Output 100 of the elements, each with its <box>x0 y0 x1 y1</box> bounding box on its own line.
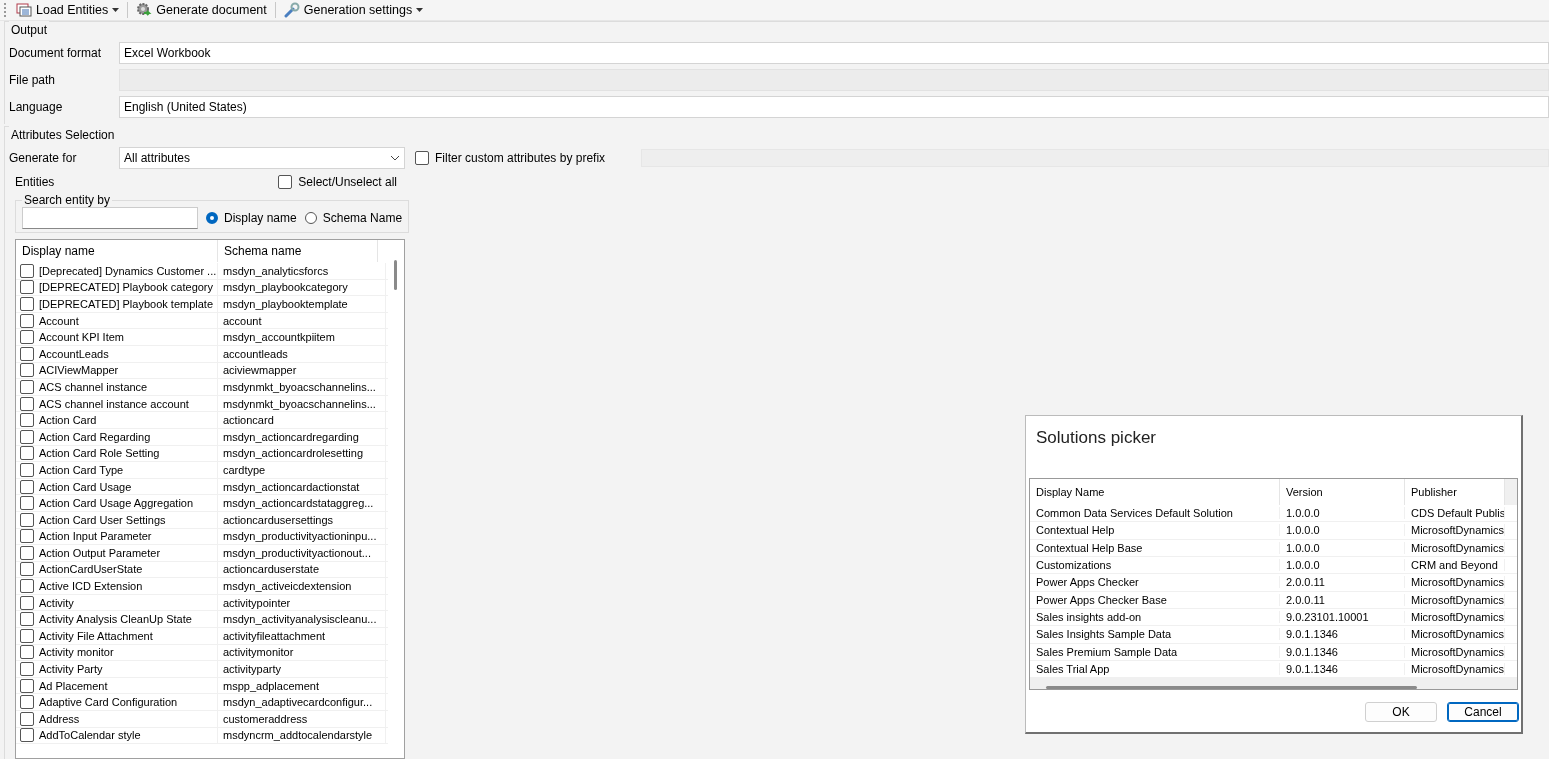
dialog-title: Solutions picker <box>1035 427 1157 449</box>
field-label: Document format <box>9 45 103 60</box>
table-cell: Power Apps Checker <box>1030 576 1280 589</box>
table-cell: 1.0.0.0 <box>1280 541 1405 554</box>
table-cell: MicrosoftDynamics <box>1405 576 1505 589</box>
table-cell: Action Output Parameter <box>39 546 161 559</box>
toolbar-button[interactable]: Generation settings <box>279 0 428 20</box>
table-cell: 9.0.23101.10001 <box>1280 611 1405 624</box>
text-field[interactable]: English (United States) <box>119 95 1549 118</box>
field-label: File path <box>9 72 57 87</box>
toolbar-button[interactable]: Generate document <box>132 0 271 20</box>
checkbox[interactable] <box>20 263 34 278</box>
column-header[interactable]: Display name <box>16 240 218 262</box>
table-cell: actioncardusersettings <box>223 513 334 526</box>
checkbox[interactable] <box>20 628 34 643</box>
table-cell: 2.0.0.11 <box>1280 593 1405 606</box>
table-cell: msdyn_playbookcategory <box>223 281 348 294</box>
column-header[interactable]: Schema name <box>218 240 378 262</box>
checkbox[interactable] <box>20 496 34 511</box>
table-cell: Activity monitor <box>39 646 114 659</box>
checkbox[interactable] <box>20 330 34 345</box>
group-title: Search entity by <box>23 193 112 207</box>
checkbox[interactable] <box>20 346 34 361</box>
section-label: Entities <box>15 175 55 189</box>
table-cell: Activity Party <box>39 663 103 676</box>
table-cell: Sales Insights Sample Data <box>1030 628 1280 641</box>
group-title: Output <box>9 21 50 39</box>
checkbox[interactable] <box>20 297 34 311</box>
checkbox[interactable] <box>278 175 293 189</box>
checkbox[interactable] <box>20 313 34 328</box>
table-cell: actioncard <box>223 414 274 427</box>
radio-button[interactable] <box>304 212 317 224</box>
column-header[interactable]: Publisher <box>1405 479 1505 505</box>
checkbox[interactable] <box>20 479 34 494</box>
table-cell: Action Card User Settings <box>39 513 166 526</box>
text-field[interactable]: Excel Workbook <box>119 41 1549 64</box>
table-cell: Account KPI Item <box>39 331 124 344</box>
checkbox[interactable] <box>20 446 34 461</box>
table-cell: 1.0.0.0 <box>1280 524 1405 537</box>
checkbox[interactable] <box>20 595 34 610</box>
table-cell: customeraddress <box>223 712 308 725</box>
checkbox[interactable] <box>20 363 34 378</box>
scrollbar-thumb[interactable] <box>1046 686 1417 689</box>
radio-button[interactable] <box>206 212 218 224</box>
checkbox[interactable] <box>20 379 34 394</box>
checkbox[interactable] <box>20 512 34 527</box>
checkbox[interactable] <box>20 579 34 594</box>
checkbox[interactable] <box>20 662 34 677</box>
checkbox[interactable] <box>20 396 34 411</box>
table-cell: Contextual Help Base <box>1030 541 1280 554</box>
table-cell: Activity File Attachment <box>39 629 153 642</box>
table-cell: msdyncrm_addtocalendarstyle <box>223 729 373 742</box>
dropdown-field[interactable]: All attributes <box>119 146 405 169</box>
dialog-button[interactable]: OK <box>1365 702 1437 722</box>
dialog-button[interactable]: Cancel <box>1447 702 1519 722</box>
checkbox[interactable] <box>20 711 34 726</box>
table-cell: mspp_adplacement <box>223 679 319 692</box>
checkbox[interactable] <box>20 562 34 577</box>
checkbox[interactable] <box>20 429 34 444</box>
checkbox[interactable] <box>415 150 429 165</box>
table-cell: msdynmkt_byoacschannelins... <box>223 380 376 393</box>
checkbox[interactable] <box>20 280 34 295</box>
toolbar-grip[interactable] <box>4 3 8 17</box>
table-cell: MicrosoftDynamics <box>1405 645 1505 658</box>
table-cell: Contextual Help <box>1030 524 1280 537</box>
chevron-down-icon <box>390 154 400 161</box>
table-cell: [DEPRECATED] Playbook category <box>39 281 214 294</box>
checkbox[interactable] <box>20 462 34 477</box>
table-cell: CRM and Beyond <box>1405 559 1505 572</box>
checkbox[interactable] <box>20 695 34 710</box>
table-cell: 1.0.0.0 <box>1280 559 1405 572</box>
checkbox[interactable] <box>20 612 34 627</box>
checkbox[interactable] <box>20 678 34 693</box>
table-cell: Ad Placement <box>39 679 108 692</box>
toolbar-button[interactable]: Load Entities <box>12 0 124 20</box>
column-header[interactable]: Display Name <box>1030 479 1280 505</box>
checkbox[interactable] <box>20 529 34 544</box>
scrollbar-thumb[interactable] <box>394 260 397 290</box>
search-field[interactable] <box>22 207 198 229</box>
table-cell: msdyn_actioncardactionstat <box>223 480 360 493</box>
table-cell: 1.0.0.0 <box>1280 507 1405 520</box>
table-cell: ActionCardUserState <box>39 563 143 576</box>
table-cell: activityfileattachment <box>223 629 326 642</box>
table-cell: Action Input Parameter <box>39 530 152 543</box>
field-label: Language <box>9 99 64 114</box>
field-label: Generate for <box>9 150 78 165</box>
checkbox[interactable] <box>20 545 34 560</box>
table-cell: ACS channel instance account <box>39 397 189 410</box>
table-cell: Activity Analysis CleanUp State <box>39 613 192 626</box>
table-cell: Activity <box>39 596 74 609</box>
checkbox[interactable] <box>20 728 34 743</box>
table-cell: Power Apps Checker Base <box>1030 593 1280 606</box>
table-cell: Sales Trial App <box>1030 662 1280 675</box>
column-header[interactable]: Version <box>1280 479 1405 505</box>
table-cell: Action Card Role Setting <box>39 447 160 460</box>
table-cell: Action Card Type <box>39 463 124 476</box>
caret-icon <box>416 8 424 12</box>
checkbox[interactable] <box>20 645 34 660</box>
table-cell: msdyn_activeicdextension <box>223 580 352 593</box>
checkbox[interactable] <box>20 413 34 428</box>
